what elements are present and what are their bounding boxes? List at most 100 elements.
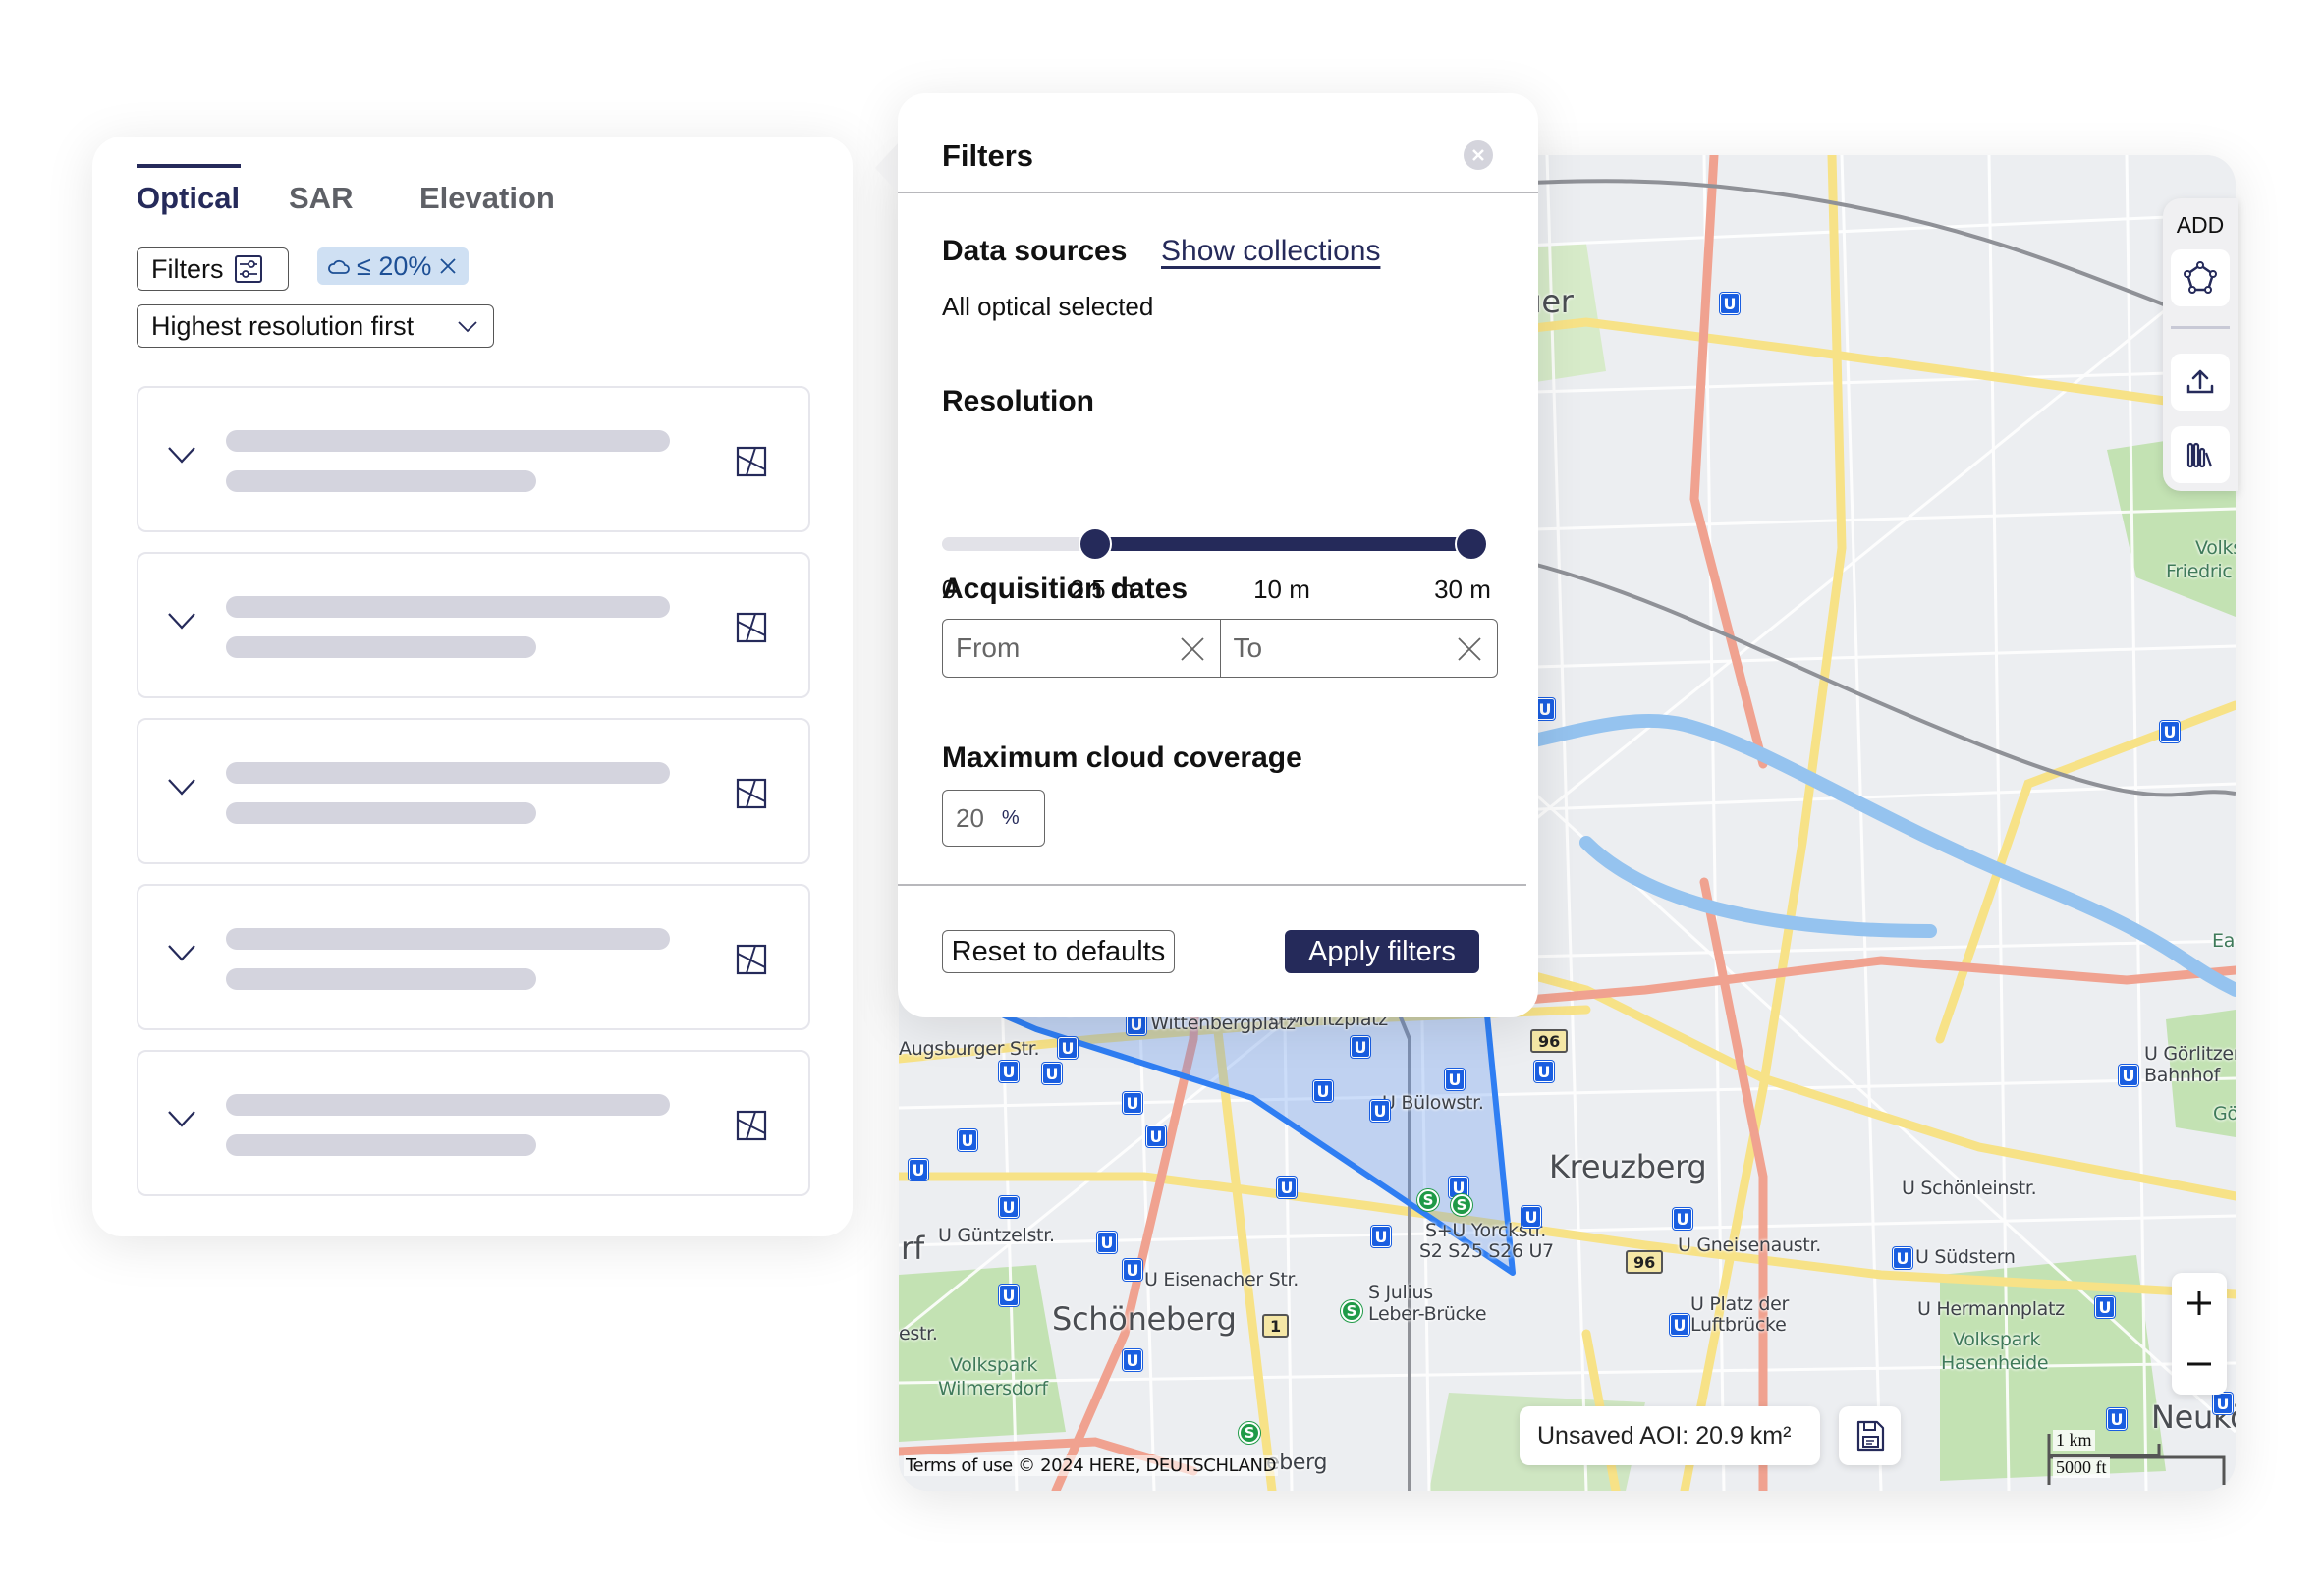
active-tab-indicator: [137, 164, 241, 168]
skeleton-line: [226, 1134, 536, 1156]
map-label: Friedric: [2166, 561, 2233, 582]
zoom-control: [2172, 1273, 2227, 1395]
resolution-tick: 10 m: [1253, 575, 1310, 604]
date-to-field[interactable]: To: [1219, 620, 1498, 677]
scale-imperial: 5000 ft: [2053, 1457, 2110, 1478]
ubahn-station-icon: U: [1123, 1259, 1142, 1281]
sort-dropdown[interactable]: Highest resolution first: [137, 304, 494, 348]
resolution-min-handle[interactable]: [1078, 527, 1112, 561]
scale-metric: 1 km: [2053, 1430, 2095, 1451]
ubahn-station-icon: U: [1097, 1232, 1117, 1253]
ubahn-station-icon: U: [1123, 1092, 1142, 1114]
skeleton-line: [226, 596, 670, 618]
reset-defaults-button[interactable]: Reset to defaults: [942, 930, 1175, 973]
close-popover-button[interactable]: [1464, 140, 1493, 170]
zoom-out-button[interactable]: [2172, 1334, 2227, 1395]
close-icon: [1472, 149, 1484, 161]
cloud-coverage-unit: %: [1001, 806, 1020, 829]
filters-button[interactable]: Filters: [137, 247, 289, 291]
chevron-down-icon: [458, 321, 477, 333]
road-number-badge: 96: [1530, 1029, 1569, 1053]
chevron-down-icon[interactable]: [166, 941, 197, 964]
date-range-input: From To: [942, 619, 1498, 678]
aoi-area-status: Unsaved AOI: 20.9 km²: [1520, 1406, 1820, 1465]
cloud-coverage-input[interactable]: 20 %: [942, 790, 1045, 847]
tab-sar[interactable]: SAR: [289, 181, 353, 216]
ubahn-station-icon: U: [1351, 1036, 1370, 1058]
clear-icon[interactable]: [1179, 635, 1206, 663]
map-add-toolbar: ADD: [2163, 198, 2238, 491]
ubahn-station-icon: U: [2160, 721, 2180, 742]
result-card-loading[interactable]: [137, 386, 810, 532]
apply-filters-button[interactable]: Apply filters: [1285, 930, 1479, 973]
tab-elevation[interactable]: Elevation: [419, 181, 555, 216]
chevron-down-icon[interactable]: [166, 443, 197, 466]
ubahn-station-icon: U: [1058, 1037, 1078, 1059]
map-label: U Südstern: [1915, 1246, 2016, 1268]
save-floppy-icon: [1856, 1420, 1884, 1452]
ubahn-station-icon: U: [1313, 1080, 1333, 1102]
footprint-icon[interactable]: [736, 446, 767, 477]
sort-selected-value: Highest resolution first: [151, 310, 415, 341]
date-to-placeholder: To: [1233, 632, 1263, 663]
ubahn-station-icon: U: [1123, 1349, 1142, 1371]
skeleton-line: [226, 470, 536, 492]
cloud-coverage-filter-chip[interactable]: ≤ 20%: [317, 247, 470, 285]
clear-icon[interactable]: [1456, 635, 1483, 663]
ubahn-station-icon: U: [999, 1061, 1019, 1082]
skeleton-line: [226, 430, 670, 452]
result-card-loading[interactable]: [137, 1050, 810, 1196]
aoi-library-button[interactable]: [2171, 426, 2230, 483]
save-aoi-button[interactable]: [1839, 1406, 1901, 1465]
map-label: Schöneberg: [1052, 1300, 1237, 1338]
footer-divider: [898, 884, 1526, 886]
tab-optical[interactable]: Optical: [137, 181, 240, 216]
ubahn-station-icon: U: [1445, 1069, 1465, 1090]
toolbar-divider: [2171, 326, 2230, 329]
ubahn-station-icon: U: [1673, 1208, 1692, 1230]
footprint-icon[interactable]: [736, 1110, 767, 1141]
resolution-slider-range: [1094, 537, 1471, 551]
popover-title: Filters: [942, 138, 1034, 173]
map-label: U Schönleinstr.: [1902, 1178, 2037, 1199]
ubahn-station-icon: U: [1371, 1226, 1391, 1247]
result-card-loading[interactable]: [137, 884, 810, 1030]
filters-popover: Filters Data sources Show collections Al…: [898, 93, 1538, 1017]
add-label: ADD: [2176, 212, 2225, 238]
map-label: Gö: [2213, 1103, 2236, 1125]
date-from-field[interactable]: From: [943, 620, 1220, 677]
remove-chip-icon[interactable]: [437, 255, 459, 277]
filters-button-label: Filters: [151, 253, 224, 284]
footprint-icon[interactable]: [736, 778, 767, 809]
ubahn-station-icon: U: [999, 1196, 1019, 1218]
chevron-down-icon[interactable]: [166, 609, 197, 632]
zoom-in-button[interactable]: [2172, 1273, 2227, 1334]
map-attribution[interactable]: Terms of use © 2024 HERE, DEUTSCHLAND: [904, 1455, 1279, 1476]
footprint-icon[interactable]: [736, 944, 767, 975]
ubahn-station-icon: U: [1146, 1125, 1166, 1147]
cloud-icon: [328, 259, 350, 274]
ubahn-station-icon: U: [1534, 1061, 1554, 1082]
chevron-down-icon[interactable]: [166, 1107, 197, 1130]
upload-aoi-button[interactable]: [2171, 354, 2230, 411]
resolution-max-handle[interactable]: [1455, 527, 1488, 561]
ubahn-station-icon: U: [999, 1285, 1019, 1306]
map-label: Leber-Brücke: [1368, 1303, 1487, 1325]
map-label: U Hermannplatz: [1917, 1298, 2065, 1320]
chevron-down-icon[interactable]: [166, 775, 197, 798]
library-icon: [2186, 442, 2213, 468]
sbahn-station-icon: S: [1451, 1194, 1472, 1216]
result-card-loading[interactable]: [137, 718, 810, 864]
map-label: U Gneisenaustr.: [1678, 1234, 1821, 1256]
map-label: Hasenheide: [1941, 1352, 2049, 1374]
sliders-icon: [234, 255, 262, 283]
result-card-loading[interactable]: [137, 552, 810, 698]
map-label: Volkspark: [950, 1354, 1038, 1376]
draw-polygon-button[interactable]: [2171, 249, 2230, 306]
ubahn-station-icon: U: [958, 1129, 977, 1151]
show-collections-link[interactable]: Show collections: [1161, 235, 1380, 268]
map-scale-bar: 1 km 5000 ft: [2041, 1426, 2228, 1487]
popover-pointer: [875, 142, 899, 193]
upload-icon: [2186, 369, 2214, 394]
footprint-icon[interactable]: [736, 612, 767, 643]
